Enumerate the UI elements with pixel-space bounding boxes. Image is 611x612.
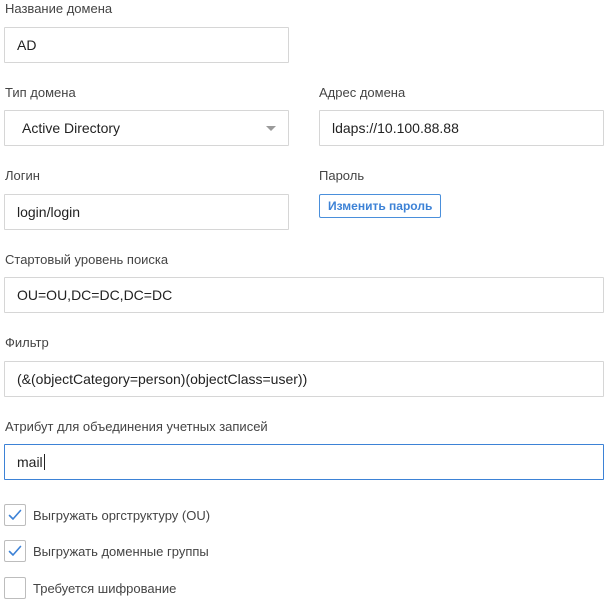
domain-type-value: Active Directory [22,120,121,136]
checkmark-icon [8,509,22,520]
password-label: Пароль [319,168,365,183]
search-base-input[interactable]: OU=OU,DC=DC,DC=DC [4,277,604,313]
domain-address-label: Адрес домена [319,85,406,100]
export-ou-label: Выгружать оргструктуру (OU) [33,508,211,523]
encryption-checkbox[interactable] [4,577,26,599]
domain-name-label: Название домена [5,1,113,16]
search-base-value: OU=OU,DC=DC,DC=DC [17,287,173,303]
filter-input[interactable]: (&(objectCategory=person)(objectClass=us… [4,361,604,397]
text-cursor [43,454,45,470]
login-input[interactable]: login/login [4,194,289,230]
domain-type-label: Тип домена [5,85,76,100]
merge-attribute-label: Атрибут для объединения учетных записей [5,419,268,434]
domain-name-value: AD [17,37,37,53]
encryption-label: Требуется шифрование [33,581,177,596]
export-ou-checkbox[interactable] [4,504,26,526]
change-password-button[interactable]: Изменить пароль [319,194,442,218]
login-value: login/login [17,204,81,220]
domain-address-input[interactable]: ldaps://10.100.88.88 [319,110,604,146]
merge-attribute-input[interactable]: mail [4,444,604,480]
domain-name-input[interactable]: AD [4,27,289,63]
export-groups-checkbox[interactable] [4,540,26,562]
login-label: Логин [5,168,40,183]
domain-type-select[interactable]: Active Directory [4,110,289,146]
filter-label: Фильтр [5,335,49,350]
domain-address-value: ldaps://10.100.88.88 [332,120,459,136]
dropdown-caret-icon [266,126,276,131]
merge-attribute-value: mail [17,454,43,470]
filter-value: (&(objectCategory=person)(objectClass=us… [17,371,308,387]
checkmark-icon [8,545,22,556]
export-groups-label: Выгружать доменные группы [33,544,209,559]
search-base-label: Стартовый уровень поиска [5,252,169,267]
